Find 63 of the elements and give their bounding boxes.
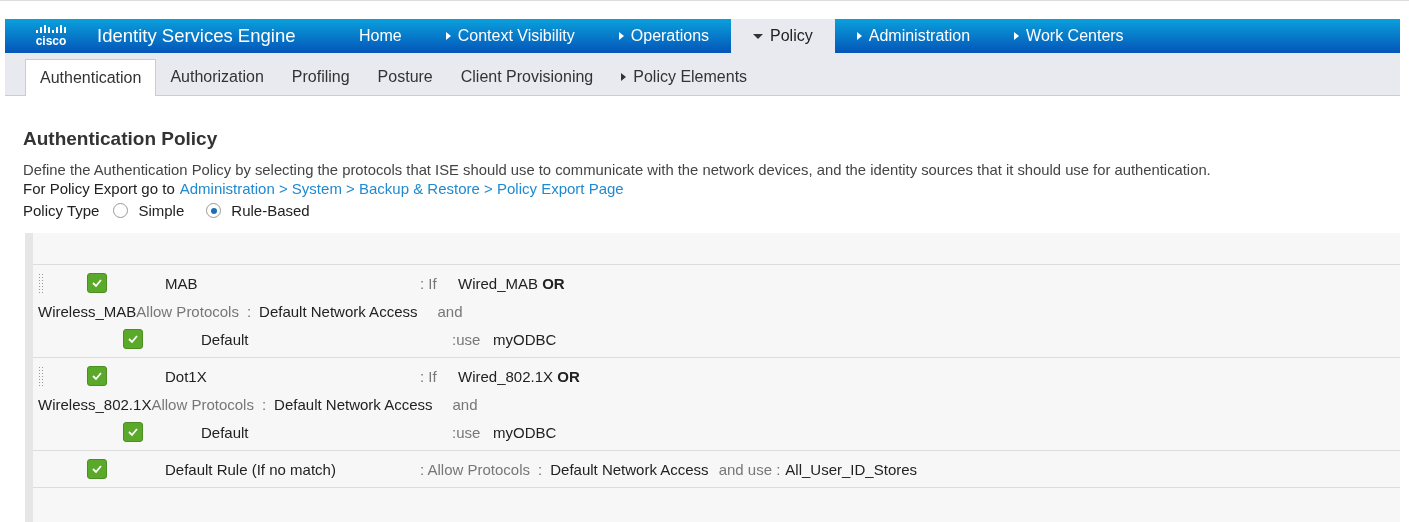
sub-tab[interactable]: Posture <box>363 59 447 95</box>
export-text: For Policy Export go to <box>23 180 175 197</box>
protocols-value: Default Network Access <box>274 395 433 413</box>
if-label: : If <box>420 274 437 292</box>
policy-type-label: Policy Type <box>23 202 100 219</box>
nav-tab[interactable]: Work Centers <box>992 19 1146 53</box>
and-label: and <box>452 395 478 413</box>
caret-icon <box>618 32 624 40</box>
separator: : <box>538 460 543 478</box>
nav-tab[interactable]: Context Visibility <box>423 19 597 53</box>
sub-tab[interactable]: Client Provisioning <box>446 59 608 95</box>
nav-tab[interactable]: Policy <box>731 19 835 53</box>
caret-icon <box>445 32 451 40</box>
sub-tab[interactable]: Authentication <box>25 59 157 96</box>
protocols-value: Default Network Access <box>259 302 418 320</box>
identity-source: myODBC <box>493 330 557 348</box>
rule-name: Default <box>201 330 249 348</box>
condition: Wired_MAB OR <box>458 274 565 292</box>
checkbox[interactable] <box>123 329 143 349</box>
logo-bars-icon <box>36 25 66 35</box>
checkbox[interactable] <box>87 273 107 293</box>
radio-button[interactable] <box>113 203 129 218</box>
rule-name: Dot1X <box>165 367 207 385</box>
condition: Wireless_802.1X <box>38 395 152 413</box>
sub-tab[interactable]: Profiling <box>277 59 364 95</box>
separator: : <box>261 395 267 413</box>
caret-icon <box>856 32 862 40</box>
allow-protocols-label: Allow Protocols <box>151 395 254 413</box>
condition: Wired_802.1X OR <box>458 367 580 385</box>
use-label: :use <box>452 423 481 441</box>
radio-label: Rule-Based <box>231 202 310 219</box>
and-label: and <box>437 302 463 320</box>
checkbox[interactable] <box>87 459 107 479</box>
radio-button[interactable] <box>206 203 222 218</box>
condition: Wireless_MAB <box>38 302 137 320</box>
page-title: Authentication Policy <box>23 128 219 150</box>
sub-tab[interactable]: Authorization <box>156 59 278 95</box>
product-name: Identity Services Engine <box>97 25 297 47</box>
sub-tab[interactable]: Policy Elements <box>607 59 762 95</box>
nav-tab[interactable]: Operations <box>596 19 732 53</box>
nav-tab[interactable]: Administration <box>834 19 993 53</box>
nav-tab[interactable]: Home <box>337 19 424 53</box>
rule-name: MAB <box>165 274 198 292</box>
identity-source: All_User_ID_Stores <box>785 460 918 478</box>
if-label: : If <box>420 367 437 385</box>
caret-icon <box>621 73 627 81</box>
logo-text: cisco <box>35 35 67 47</box>
use-label: :use <box>452 330 481 348</box>
export-link[interactable]: Administration > System > Backup & Restore > Policy Export Page <box>179 180 624 197</box>
rule-name: Default Rule (If no match) <box>165 460 336 478</box>
checkbox[interactable] <box>87 366 107 386</box>
separator: : <box>246 302 252 320</box>
caret-icon <box>753 33 764 39</box>
rule-name: Default <box>201 423 249 441</box>
allow-protocols-label: Allow Protocols <box>136 302 239 320</box>
checkbox[interactable] <box>123 422 143 442</box>
caret-icon <box>1014 32 1020 40</box>
identity-source: myODBC <box>493 423 557 441</box>
and-use-label: and use : <box>718 460 781 478</box>
radio-label: Simple <box>138 202 185 219</box>
protocols-value: Default Network Access <box>550 460 709 478</box>
description: Define the Authentication Policy by selecting the protocols that ISE should use to communicate with the network devices, and the identity sources that it should use for authentication. <box>23 162 1212 178</box>
allow-protocols-label: : Allow Protocols <box>420 460 531 478</box>
